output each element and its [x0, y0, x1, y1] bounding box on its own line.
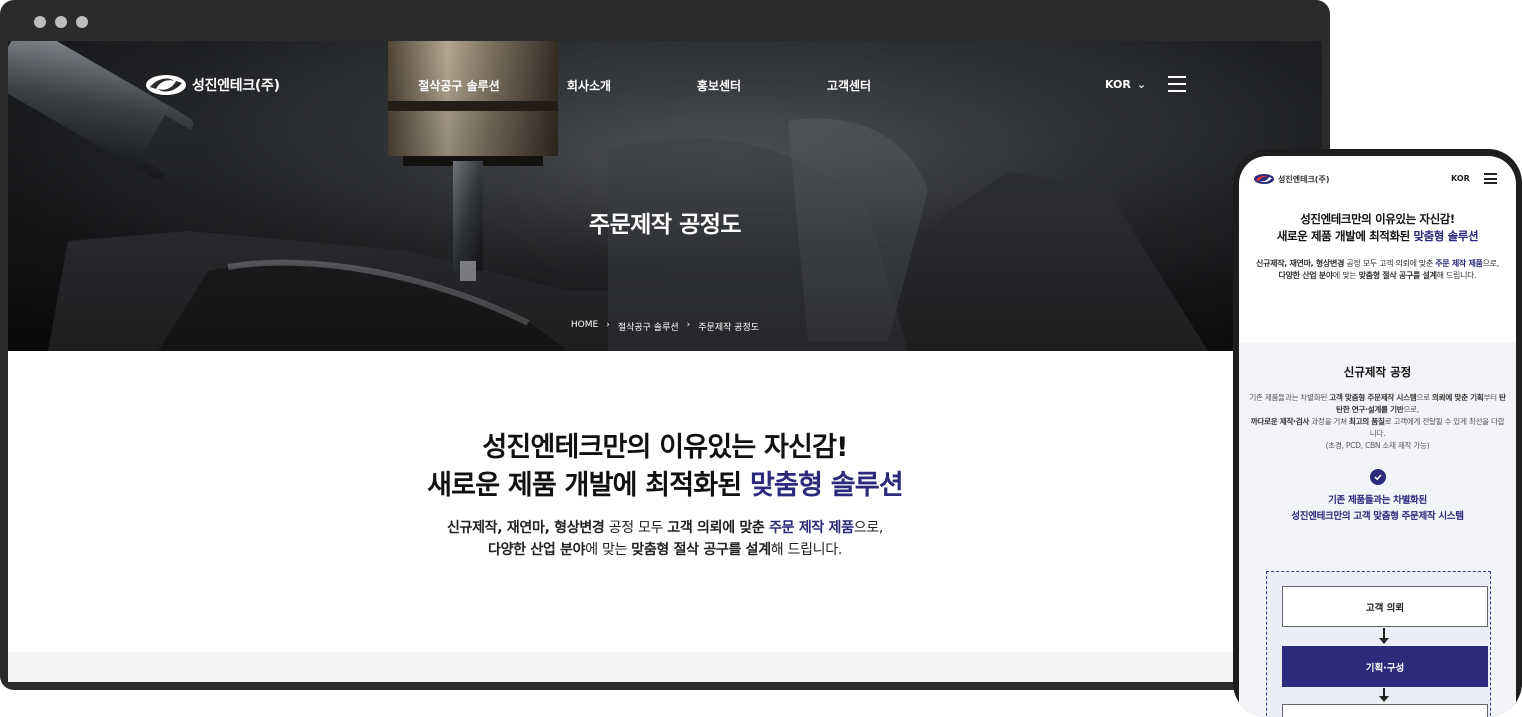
arrow-down-icon	[1379, 688, 1389, 702]
mobile-text: 공정 모두 고객 의뢰에 맞춘	[1344, 259, 1436, 268]
window-dot-icon[interactable]	[34, 16, 46, 28]
mobile-text-bold: 맞춤형 절삭 공구를 설계	[1358, 271, 1437, 280]
intro-heading-line2: 새로운 제품 개발에 최적화된	[427, 470, 751, 501]
process-flow-box: 고객 의뢰 기획·구성	[1266, 571, 1491, 717]
mobile-intro: 성진엔테크만의 이유있는 자신감! 새로운 제품 개발에 최적화된 맞춤형 솔루…	[1239, 211, 1516, 282]
hamburger-menu-icon[interactable]	[1168, 76, 1186, 92]
mobile-desc-bold: 까다로운 제작·검사	[1250, 417, 1310, 426]
intro-text-bold: 신규제작, 재연마, 형상변경	[446, 520, 605, 536]
site-logo[interactable]: 성진엔테크(주)	[144, 73, 280, 97]
breadcrumb-separator-icon: ›	[686, 320, 691, 330]
mobile-desc-note: (초경, PCD, CBN 소재 제작 가능)	[1325, 441, 1430, 450]
chevron-down-icon: ⌄	[1136, 78, 1147, 91]
breadcrumb: HOME › 절삭공구 솔루션 › 주문제작 공정도	[8, 320, 1322, 333]
mobile-hamburger-icon[interactable]	[1484, 173, 1497, 184]
check-circle-icon	[1369, 469, 1386, 485]
window-controls	[34, 16, 88, 28]
mobile-intro-description: 신규제작, 재연마, 형상변경 공정 모두 고객 의뢰에 맞춘 주문 제작 제품…	[1239, 258, 1516, 282]
hero-banner: 성진엔테크(주) 절삭공구 솔루션 회사소개 홍보센터 고객센터 KOR ⌄ 주…	[8, 41, 1322, 351]
mobile-desc-text: 부터	[1483, 393, 1499, 402]
mobile-heading-accent: 맞춤형 솔루션	[1413, 229, 1479, 243]
window-dot-icon[interactable]	[55, 16, 67, 28]
mobile-text: 에 맞는	[1332, 271, 1359, 280]
mobile-system-line1: 기존 제품들과는 차별화된	[1328, 495, 1427, 506]
mobile-desc-text: 기존 제품들과는 차별화된	[1249, 393, 1330, 402]
mobile-desc-accent: 의뢰에 맞춘 기획	[1431, 393, 1484, 402]
intro-text-bold: 다양한 산업 분야	[488, 542, 586, 558]
intro-description: 신규제작, 재연마, 형상변경 공정 모두 고객 의뢰에 맞춘 주문 제작 제품…	[8, 517, 1322, 561]
desktop-viewport: 성진엔테크(주) 절삭공구 솔루션 회사소개 홍보센터 고객센터 KOR ⌄ 주…	[8, 41, 1322, 682]
intro-text: 해 드립니다.	[770, 542, 843, 558]
mobile-screen: 성진엔테크(주) KOR 성진엔테크만의 이유있는 자신감! 새로운 제품 개발…	[1239, 156, 1516, 717]
mobile-header: 성진엔테크(주) KOR	[1239, 156, 1516, 200]
mobile-text-bold: 다양한 산업 분야	[1278, 271, 1334, 280]
nav-item-company[interactable]: 회사소개	[524, 77, 654, 94]
intro-heading: 성진엔테크만의 이유있는 자신감! 새로운 제품 개발에 최적화된 맞춤형 솔루…	[8, 429, 1322, 505]
mobile-desc-bold: 고객 맞춤형 주문제작 시스템	[1329, 393, 1417, 402]
nav-item-customer-center[interactable]: 고객센터	[784, 77, 914, 94]
main-navigation: 성진엔테크(주) 절삭공구 솔루션 회사소개 홍보센터 고객센터 KOR ⌄	[8, 41, 1322, 129]
mobile-text-accent: 주문 제작 제품	[1435, 259, 1483, 268]
mobile-system-heading: 기존 제품들과는 차별화된 성진엔테크만의 고객 맞춤형 주문제작 시스템	[1239, 493, 1516, 525]
intro-text: 공정 모두	[604, 520, 668, 536]
mobile-logo[interactable]: 성진엔테크(주)	[1253, 173, 1329, 185]
logo-swoosh-icon	[146, 75, 186, 95]
mockup-stage: 성진엔테크(주) 절삭공구 솔루션 회사소개 홍보센터 고객센터 KOR ⌄ 주…	[0, 0, 1522, 717]
language-label: KOR	[1105, 78, 1131, 91]
mobile-logo-text: 성진엔테크(주)	[1278, 174, 1330, 184]
desktop-browser-frame: 성진엔테크(주) 절삭공구 솔루션 회사소개 홍보센터 고객센터 KOR ⌄ 주…	[0, 0, 1330, 690]
mobile-section-description: 기존 제품들과는 차별화된 고객 맞춤형 주문제작 시스템으로 의뢰에 맞춘 기…	[1239, 392, 1516, 452]
language-selector[interactable]: KOR ⌄	[1105, 78, 1146, 91]
mobile-heading-line1: 성진엔테크만의 이유있는 자신감!	[1300, 212, 1455, 226]
mobile-desc-text: 으로	[1416, 393, 1432, 402]
process-step-planning: 기획·구성	[1282, 646, 1488, 687]
process-step-request: 고객 의뢰	[1282, 586, 1488, 627]
mobile-system-line2: 성진엔테크만의 고객 맞춤형 주문제작 시스템	[1291, 511, 1464, 522]
nav-item-pr-center[interactable]: 홍보센터	[654, 77, 784, 94]
page-title: 주문제작 공정도	[588, 212, 742, 238]
nav-menu: 절삭공구 솔루션 회사소개 홍보센터 고객센터	[394, 77, 914, 94]
window-dot-icon[interactable]	[76, 16, 88, 28]
mobile-text-bold: 신규제작, 재연마, 형상변경	[1256, 259, 1345, 268]
logo-swoosh-icon	[1254, 174, 1274, 184]
breadcrumb-home[interactable]: HOME	[571, 320, 598, 333]
intro-section: 성진엔테크만의 이유있는 자신감! 새로운 제품 개발에 최적화된 맞춤형 솔루…	[8, 429, 1322, 561]
logo-text: 성진엔테크(주)	[192, 78, 280, 94]
mobile-heading-line2: 새로운 제품 개발에 최적화된	[1276, 229, 1414, 243]
process-step-next	[1282, 704, 1488, 717]
next-section-band	[8, 652, 1322, 682]
intro-heading-accent: 맞춤형 솔루션	[750, 470, 904, 501]
mobile-language-selector[interactable]: KOR	[1451, 174, 1470, 183]
mobile-text: 해 드립니다.	[1436, 271, 1477, 280]
mobile-process-section: 신규제작 공정 기존 제품들과는 차별화된 고객 맞춤형 주문제작 시스템으로 …	[1239, 342, 1516, 717]
breadcrumb-current: 주문제작 공정도	[698, 323, 760, 333]
mobile-desc-text: 으로,	[1403, 405, 1419, 414]
arrow-down-icon	[1379, 628, 1389, 644]
intro-text-bold: 고객 의뢰에 맞춘	[667, 520, 770, 536]
mobile-phone-frame: 성진엔테크(주) KOR 성진엔테크만의 이유있는 자신감! 새로운 제품 개발…	[1233, 149, 1522, 717]
intro-text-bold: 맞춤형 절삭 공구를 설계	[631, 542, 771, 558]
breadcrumb-cutting-tools[interactable]: 절삭공구 솔루션	[618, 320, 679, 333]
intro-text: 에 맞는	[585, 542, 632, 558]
intro-text-accent: 주문 제작 제품	[769, 520, 854, 536]
intro-heading-line1: 성진엔테크만의 이유있는 자신감!	[482, 432, 848, 463]
mobile-desc-bold: 최고의 품질	[1348, 417, 1385, 426]
mobile-section-title: 신규제작 공정	[1343, 365, 1412, 379]
mobile-intro-heading: 성진엔테크만의 이유있는 자신감! 새로운 제품 개발에 최적화된 맞춤형 솔루…	[1239, 211, 1516, 245]
mobile-desc-text: 로 고객에게 전달될 수 있게 최선을 다합니다.	[1369, 417, 1505, 438]
mobile-desc-text: 과정을 거쳐	[1309, 417, 1349, 426]
mobile-text: 으로,	[1482, 259, 1500, 268]
nav-item-cutting-tools[interactable]: 절삭공구 솔루션	[394, 77, 524, 94]
intro-text: 으로,	[853, 520, 884, 536]
breadcrumb-separator-icon: ›	[606, 320, 610, 330]
